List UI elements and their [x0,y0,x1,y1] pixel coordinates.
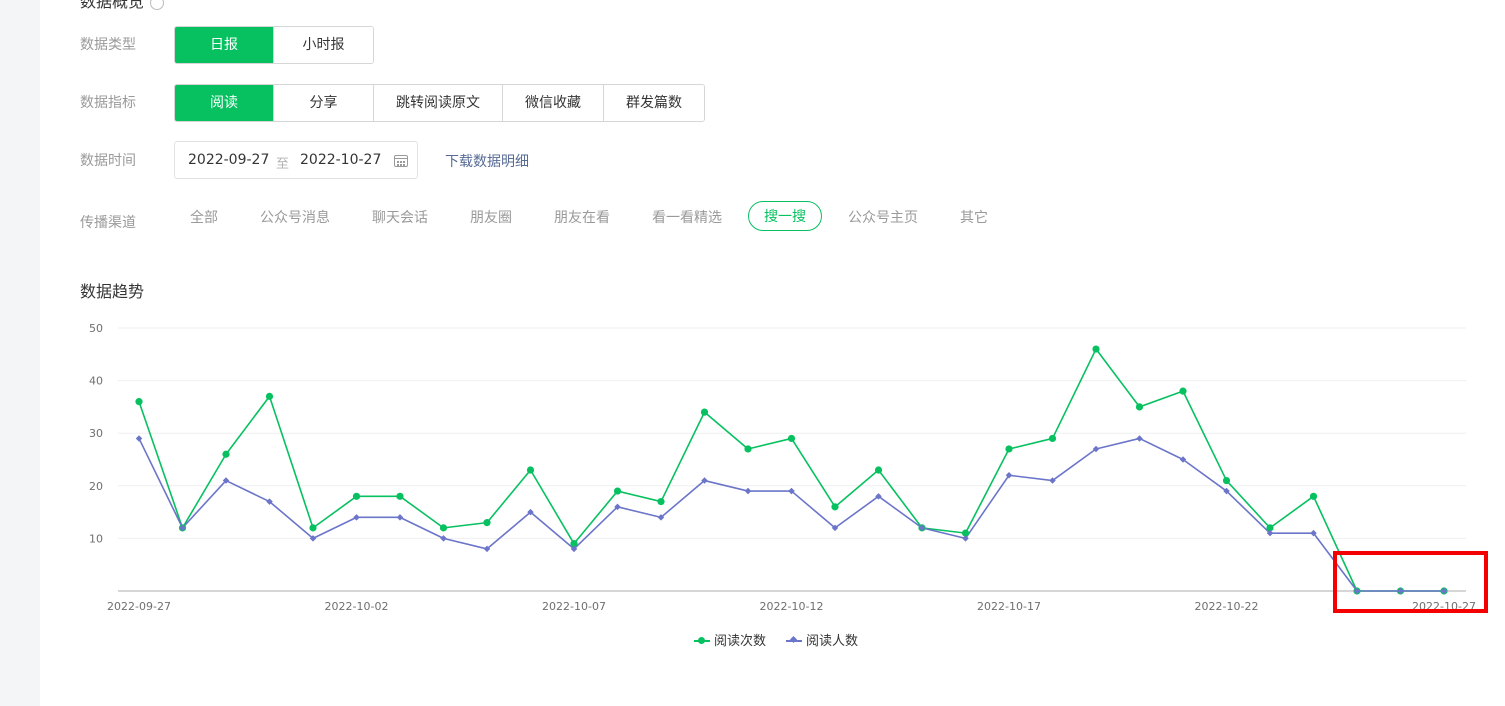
calendar-icon[interactable] [394,155,408,167]
legend-label-read-count: 阅读次数 [714,634,767,649]
data-point-read-count [439,524,448,532]
data-point-read-count [1222,476,1231,485]
data-point-read-count [1005,445,1013,453]
channel-friends-watching[interactable]: 朋友在看 [554,207,610,227]
x-tick-label: 2022-10-27 [1412,600,1476,613]
data-point-read-count [309,524,317,532]
y-axis-ticks: 10 20 30 40 50 [89,322,103,545]
data-point-read-count [744,445,752,453]
data-point-read-count [526,466,535,474]
data-point-read-count [613,487,622,495]
series-line-1 [138,437,1444,592]
data-point-read-count [874,466,883,474]
x-tick-label: 2022-10-22 [1195,600,1259,613]
data-time-label: 数据时间 [80,153,136,169]
y-tick-label: 10 [89,532,103,545]
data-point-reader-count [396,514,404,521]
data-point-read-count [483,519,491,527]
legend-label-reader-count: 阅读人数 [806,634,859,649]
data-point-read-count [1135,403,1144,411]
data-point-read-count [787,434,796,443]
data-point-read-count [700,408,709,416]
y-tick-label: 50 [89,322,103,335]
x-tick-label: 2022-10-12 [760,600,824,613]
download-data-link[interactable]: 下载数据明细 [445,151,529,171]
trend-line-chart: 10 20 30 40 50 2022-09-27 2022-10-02 2022-10-0… [89,322,1476,613]
data-metric-toggle: 阅读 分享 跳转阅读原文 微信收藏 群发篇数 [174,84,705,122]
x-axis-ticks: 2022-09-27 2022-10-02 2022-10-07 2022-10-12… [107,600,1476,613]
data-point-read-count [1092,345,1100,353]
channel-moments[interactable]: 朋友圈 [470,207,512,227]
x-tick-label: 2022-10-07 [542,600,606,613]
series-line-0 [138,348,1444,592]
y-tick-label: 20 [89,480,103,493]
channel-official-homepage[interactable]: 公众号主页 [848,207,918,227]
data-point-reader-count [440,535,447,542]
legend-item-reader-count[interactable]: 阅读人数 [786,630,858,649]
data-point-read-count [352,492,361,500]
data-metric-label: 数据指标 [80,95,136,111]
data-point-read-count [135,398,143,406]
date-range-picker[interactable]: 2022-09-27 至 2022-10-27 [174,141,418,179]
data-point-read-count [265,392,274,400]
data-point-read-count [1309,492,1318,500]
date-start: 2022-09-27 [188,152,270,168]
section-heading-overview: 数据概览 [80,0,165,12]
chart-series [135,345,1448,595]
x-tick-label: 2022-09-27 [107,600,171,613]
metric-share-button[interactable]: 分享 [273,85,373,121]
channel-label: 传播渠道 [80,215,136,231]
date-end: 2022-10-27 [300,152,382,168]
data-point-reader-count [1136,435,1143,442]
data-point-read-count [1048,434,1057,443]
daily-report-button[interactable]: 日报 [175,27,273,63]
data-type-label: 数据类型 [80,37,136,53]
x-tick-label: 2022-10-17 [977,600,1041,613]
data-point-reader-count [744,487,752,495]
metric-read-button[interactable]: 阅读 [175,85,273,121]
y-tick-label: 40 [89,375,103,388]
section-heading-text: 数据概览 [80,0,145,11]
channel-top-stories[interactable]: 看一看精选 [652,207,722,227]
metric-wechat-favorite-button[interactable]: 微信收藏 [502,85,603,121]
help-icon[interactable] [150,0,165,10]
chart-grid [118,327,1466,592]
channel-search[interactable]: 搜一搜 [748,201,822,231]
data-point-read-count [1179,387,1187,395]
data-point-read-count [222,450,230,458]
channel-official-message[interactable]: 公众号消息 [260,207,330,227]
data-point-read-count [657,497,665,506]
hourly-report-button[interactable]: 小时报 [273,27,373,63]
data-point-reader-count [353,514,360,521]
y-tick-label: 30 [89,427,103,440]
legend-item-read-count[interactable]: 阅读次数 [694,630,766,649]
metric-mass-send-button[interactable]: 群发篇数 [603,85,704,121]
data-point-reader-count [135,435,143,442]
date-separator: 至 [276,157,290,172]
trend-title: 数据趋势 [80,282,145,301]
legend-circle-marker-icon [694,635,710,645]
data-point-read-count [831,503,839,511]
channel-other[interactable]: 其它 [960,207,988,227]
metric-read-original-button[interactable]: 跳转阅读原文 [373,85,502,121]
x-tick-label: 2022-10-02 [325,600,389,613]
data-point-read-count [396,492,404,500]
channel-all[interactable]: 全部 [190,207,218,227]
data-type-toggle: 日报 小时报 [174,26,374,64]
legend-diamond-marker-icon [786,635,802,645]
channel-chat[interactable]: 聊天会话 [372,207,428,227]
